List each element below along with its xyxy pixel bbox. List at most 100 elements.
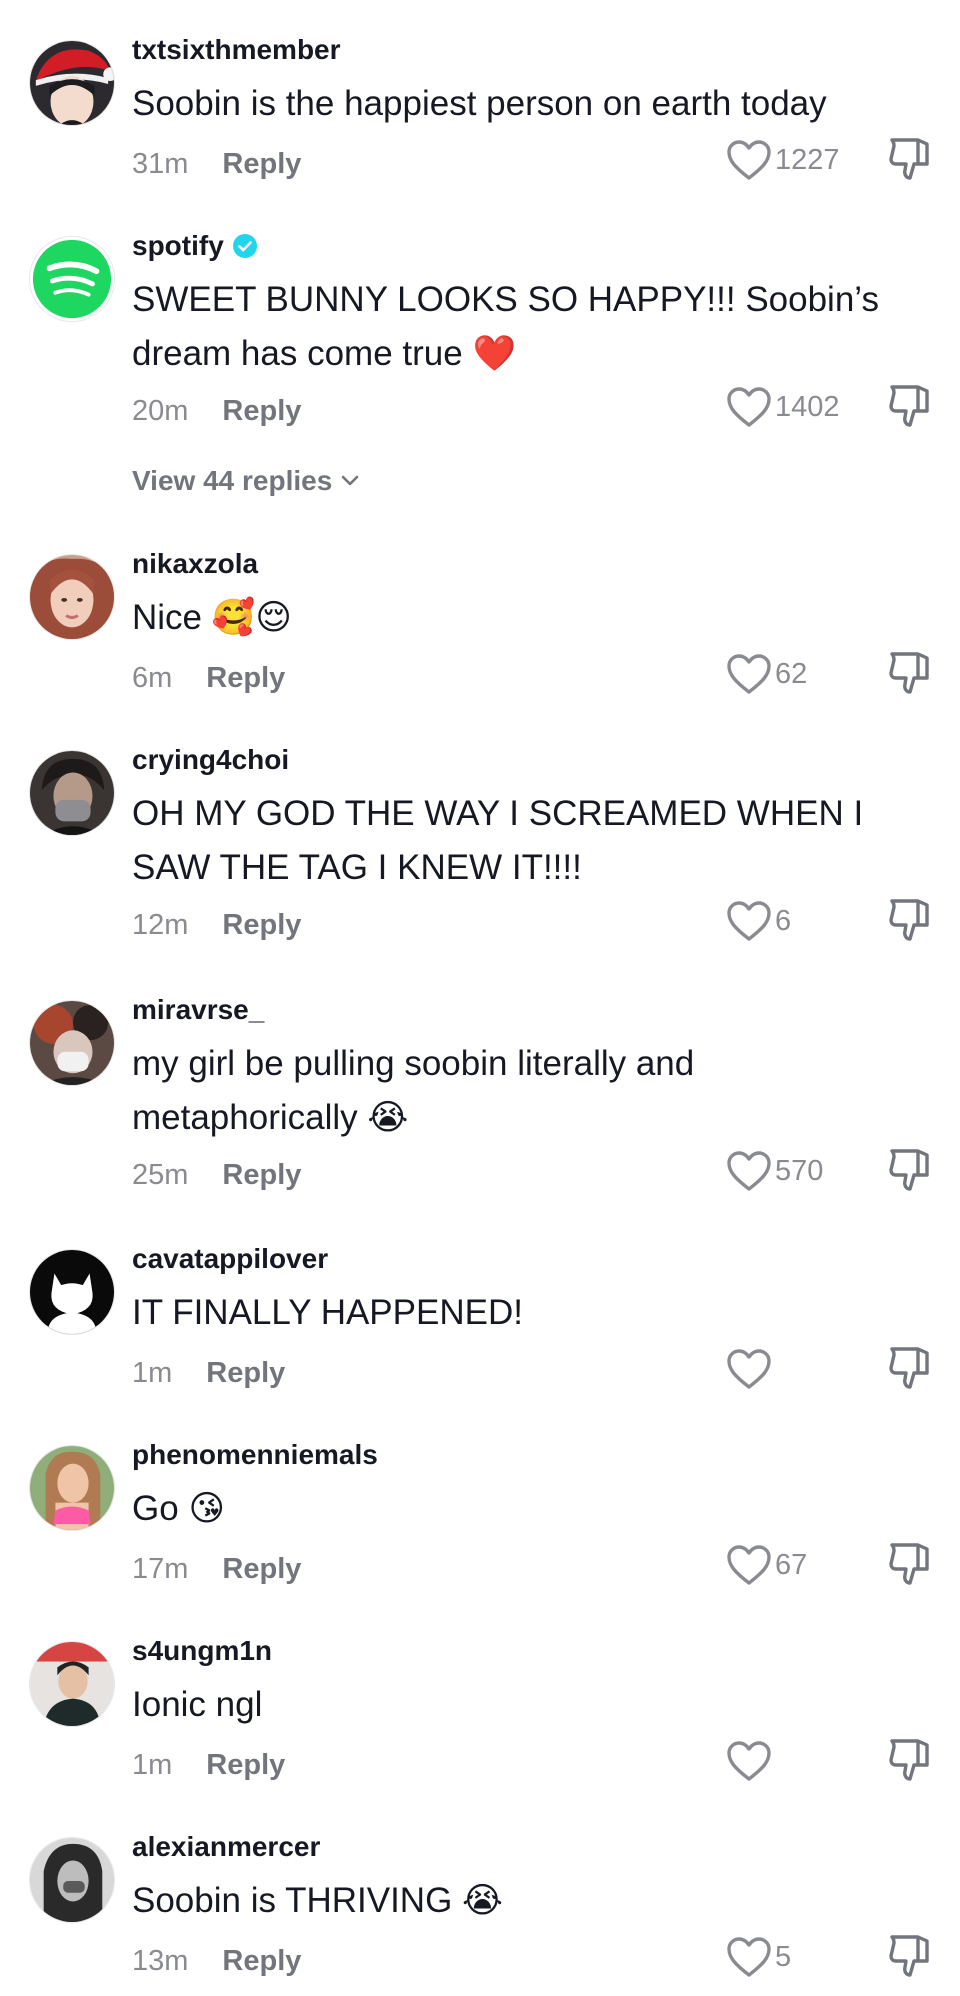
like-button[interactable] xyxy=(726,1739,876,1783)
heart-outline-icon xyxy=(727,1741,771,1781)
comment-emoji: 🥰😌 xyxy=(211,598,292,638)
like-button[interactable]: 5 xyxy=(726,1935,876,1979)
thumbs-down-icon xyxy=(889,652,929,694)
username[interactable]: crying4choi xyxy=(132,743,289,777)
comment-text: Go 😘 xyxy=(132,1489,225,1529)
avatar[interactable] xyxy=(29,1837,115,1923)
comment-text: IT FINALLY HAPPENED! xyxy=(132,1293,523,1332)
comment-time: 1m xyxy=(132,1749,173,1781)
reply-button[interactable]: Reply xyxy=(206,660,285,696)
like-button[interactable]: 62 xyxy=(726,652,876,696)
like-count: 5 xyxy=(775,1940,792,1973)
comment-meta: 25m Reply xyxy=(132,1157,301,1193)
heart-outline-icon xyxy=(727,140,771,180)
comment-time: 25m xyxy=(132,1159,189,1191)
username[interactable]: txtsixthmember xyxy=(132,33,341,67)
dislike-button[interactable] xyxy=(888,897,932,943)
comment-meta: 1m Reply xyxy=(132,1355,285,1391)
avatar[interactable] xyxy=(29,1445,115,1531)
reply-button[interactable]: Reply xyxy=(222,907,301,943)
like-button[interactable]: 6 xyxy=(726,899,876,943)
thumbs-down-icon xyxy=(889,1935,929,1977)
heart-outline-icon xyxy=(727,387,771,427)
dislike-button[interactable] xyxy=(888,650,932,696)
comment-meta: 6m Reply xyxy=(132,660,285,696)
comment-time: 13m xyxy=(132,1945,189,1977)
comment-text: Soobin is the happiest person on earth t… xyxy=(132,84,827,123)
like-count: 1227 xyxy=(775,143,840,176)
username[interactable]: spotify xyxy=(132,229,258,263)
avatar[interactable] xyxy=(29,1249,115,1335)
thumbs-down-icon xyxy=(889,1149,929,1191)
thumbs-down-icon xyxy=(889,899,929,941)
comment-meta: 31m Reply xyxy=(132,146,301,182)
comment-text: OH MY GOD THE WAY I SCREAMED WHEN I SAW … xyxy=(132,794,864,887)
reply-button[interactable]: Reply xyxy=(206,1355,285,1391)
comment-item: txtsixthmember Soobin is the happiest pe… xyxy=(0,34,960,237)
thumbs-down-icon xyxy=(889,138,929,180)
comment-meta: 20m Reply xyxy=(132,393,301,429)
view-replies-button[interactable]: View 44 replies xyxy=(132,463,360,499)
like-count: 1402 xyxy=(775,390,840,423)
heart-outline-icon xyxy=(727,654,771,694)
username[interactable]: nikaxzola xyxy=(132,547,258,581)
like-button[interactable]: 1402 xyxy=(726,385,876,429)
comment-meta: 12m Reply xyxy=(132,907,301,943)
like-button[interactable]: 570 xyxy=(726,1149,876,1193)
dislike-button[interactable] xyxy=(888,383,932,429)
comment-time: 20m xyxy=(132,395,189,427)
dislike-button[interactable] xyxy=(888,1541,932,1587)
avatar[interactable] xyxy=(29,1000,115,1086)
dislike-button[interactable] xyxy=(888,1933,932,1979)
comment-item: phenomenniemals Go 😘 17m Reply 67 xyxy=(0,1439,960,1642)
avatar[interactable] xyxy=(29,554,115,640)
reply-button[interactable]: Reply xyxy=(222,1157,301,1193)
username[interactable]: cavatappilover xyxy=(132,1242,328,1276)
username[interactable]: alexianmercer xyxy=(132,1830,320,1864)
comment-meta: 1m Reply xyxy=(132,1747,285,1783)
comment-emoji: ❤️ xyxy=(472,334,517,374)
reply-button[interactable]: Reply xyxy=(206,1747,285,1783)
comment-text: my girl be pulling soobin literally and … xyxy=(132,1044,695,1138)
verified-badge-icon xyxy=(232,233,258,259)
chevron-down-icon xyxy=(341,475,359,486)
avatar[interactable] xyxy=(29,236,115,322)
comment-item: nikaxzola Nice 🥰😌 6m Reply 62 xyxy=(0,548,960,751)
reply-button[interactable]: Reply xyxy=(222,393,301,429)
dislike-button[interactable] xyxy=(888,1345,932,1391)
avatar[interactable] xyxy=(29,1641,115,1727)
like-count: 62 xyxy=(775,657,808,690)
comment-text: Nice 🥰😌 xyxy=(132,598,292,638)
comment-item: spotify SWEET BUNNY LOOKS SO HAPPY!!! So… xyxy=(0,230,960,496)
username[interactable]: s4ungm1n xyxy=(132,1634,272,1668)
comment-item: s4ungm1n Ionic ngl 1m Reply xyxy=(0,1635,960,1838)
like-button[interactable]: 1227 xyxy=(726,138,876,182)
comment-text: Ionic ngl xyxy=(132,1685,263,1724)
thumbs-down-icon xyxy=(889,1739,929,1781)
like-count: 570 xyxy=(775,1154,824,1187)
avatar[interactable] xyxy=(29,40,115,126)
username[interactable]: miravrse_ xyxy=(132,993,264,1027)
dislike-button[interactable] xyxy=(888,1737,932,1783)
username[interactable]: phenomenniemals xyxy=(132,1438,378,1472)
comment-meta: 17m Reply xyxy=(132,1551,301,1587)
like-button[interactable] xyxy=(726,1347,876,1391)
comment-emoji: 😭 xyxy=(462,1881,503,1921)
thumbs-down-icon xyxy=(889,1347,929,1389)
thumbs-down-icon xyxy=(889,385,929,427)
thumbs-down-icon xyxy=(889,1543,929,1585)
heart-outline-icon xyxy=(727,901,771,941)
like-count: 67 xyxy=(775,1548,808,1581)
reply-button[interactable]: Reply xyxy=(222,146,301,182)
comment-time: 17m xyxy=(132,1553,189,1585)
reply-button[interactable]: Reply xyxy=(222,1943,301,1979)
comment-item: crying4choi OH MY GOD THE WAY I SCREAMED… xyxy=(0,744,960,947)
like-button[interactable]: 67 xyxy=(726,1543,876,1587)
heart-outline-icon xyxy=(727,1151,771,1191)
reply-button[interactable]: Reply xyxy=(222,1551,301,1587)
comment-item: miravrse_ my girl be pulling soobin lite… xyxy=(0,994,960,1197)
dislike-button[interactable] xyxy=(888,136,932,182)
dislike-button[interactable] xyxy=(888,1147,932,1193)
avatar[interactable] xyxy=(29,750,115,836)
like-count: 6 xyxy=(775,904,792,937)
